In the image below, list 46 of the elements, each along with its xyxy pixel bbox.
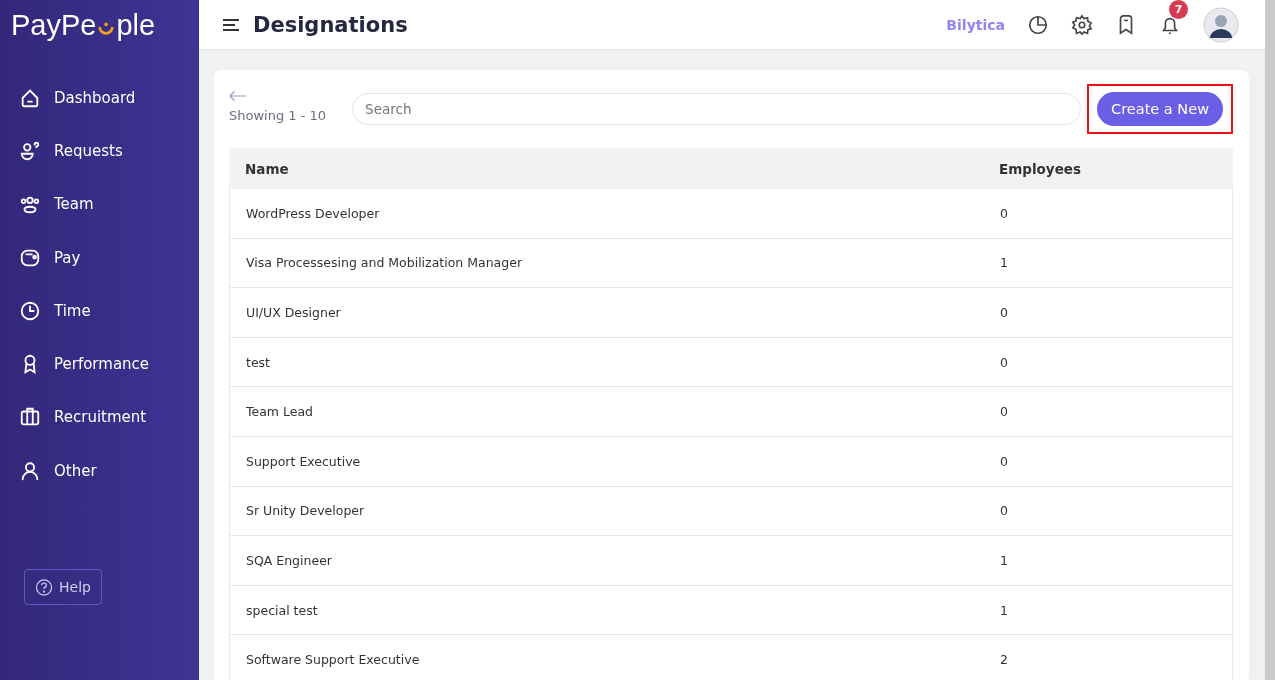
create-new-button[interactable]: Create a New: [1097, 92, 1223, 126]
sidebar-item[interactable]: Other: [0, 444, 199, 498]
sidebar-item[interactable]: Dashboard: [0, 71, 199, 125]
table-cell-text: 0: [999, 503, 1008, 519]
sidebar-item[interactable]: Performance: [0, 337, 199, 391]
showing-count: Showing 1 - 10: [229, 107, 327, 123]
settings-icon[interactable]: [1071, 13, 1093, 36]
table-cell-text: SQA Engineer: [245, 552, 333, 568]
table-cell-text: 0: [999, 305, 1008, 320]
table-cell-text: 0: [999, 205, 1008, 221]
avatar-silhouette[interactable]: [1203, 6, 1239, 43]
notification-count: 7: [1169, 0, 1188, 19]
table-cell-text: Sr Unity Developer: [245, 503, 366, 519]
table-cell-text: 1: [999, 552, 1008, 568]
paypeople-logo: PayPe ple: [10, 7, 157, 43]
page-title: Designations: [253, 12, 408, 37]
table-cell-text: 0: [999, 354, 1008, 370]
table-cell-text: Support Executive: [245, 453, 362, 469]
column-header: Name: [244, 160, 290, 177]
table-cell-text: Team Lead: [245, 404, 315, 420]
table-cell-text: 0: [999, 404, 1008, 420]
column-header: Employees: [998, 160, 1081, 177]
table-cell-text: 0: [999, 453, 1008, 469]
clock-icon: [19, 299, 41, 322]
table-cell-text: UI/UX Designer: [245, 305, 342, 320]
sidebar-item[interactable]: Team: [0, 177, 199, 231]
table-cell-text: 1: [999, 255, 1008, 271]
table-cell-text: special test: [245, 602, 319, 618]
sidebar-item[interactable]: Time: [0, 284, 199, 338]
help-icon: [35, 577, 54, 597]
person-question-icon: [19, 139, 41, 162]
table-cell-text: 2: [999, 652, 1008, 668]
sidebar-item[interactable]: Requests: [0, 124, 199, 178]
user-icon: [19, 459, 41, 482]
help-button[interactable]: Help: [24, 569, 102, 606]
table-cell-text: Software Support Executive: [245, 652, 421, 668]
table-cell-text: 1: [999, 602, 1008, 618]
sidebar-item[interactable]: Pay: [0, 230, 199, 285]
table-cell-text: Visa Processesing and Mobilization Manager: [245, 255, 524, 271]
pie-chart-icon[interactable]: [1027, 13, 1049, 36]
scrollbar[interactable]: [1265, 0, 1275, 680]
table-cell-text: test: [245, 354, 271, 370]
table-cell-text: WordPress Developer: [245, 205, 381, 221]
sidebar-item[interactable]: Recruitment: [0, 390, 199, 445]
back-arrow-icon[interactable]: [229, 89, 247, 102]
search-field[interactable]: Search: [352, 93, 1082, 125]
